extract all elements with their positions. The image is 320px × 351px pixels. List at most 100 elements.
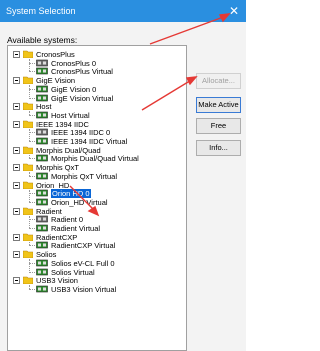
camera-board-green-icon: [36, 189, 48, 197]
tree-item[interactable]: Orion_HD Virtual: [36, 198, 108, 207]
tree-item[interactable]: Solios Virtual: [36, 268, 95, 277]
tree-group-4[interactable]: Morphis Dual/Quad: [22, 145, 101, 155]
tree-item-label: RadientCXP Virtual: [51, 241, 116, 251]
tree-item-label: Solios eV-CL Full 0: [51, 258, 115, 268]
camera-board-gray-icon: [36, 59, 48, 67]
tree-connector: [29, 259, 30, 272]
tree-item-label: Radient 0: [51, 215, 84, 225]
tree-item[interactable]: RadientCXP Virtual: [36, 241, 115, 250]
tree-group-6[interactable]: Orion_HD: [22, 180, 70, 190]
camera-board-green-icon: [36, 67, 48, 75]
tree-connector: [29, 141, 35, 142]
tree-group-1[interactable]: GigE Vision: [22, 76, 76, 86]
tree-group-label: Radient: [36, 206, 62, 216]
tree-item[interactable]: Morphis Dual/Quad Virtual: [36, 154, 139, 163]
tree-connector: [29, 85, 30, 98]
tree-group-7[interactable]: Radient: [22, 206, 62, 216]
make-active-button[interactable]: Make Active: [196, 97, 241, 113]
tree-item[interactable]: IEEE 1394 IIDC 0: [36, 128, 110, 137]
tree-group-8[interactable]: RadientCXP: [22, 232, 78, 242]
tree-group-label: RadientCXP: [36, 232, 78, 242]
folder-icon: [22, 102, 34, 111]
systems-tree[interactable]: CronosPlus CronosPlus 0 CronosPlus Virtual…: [7, 45, 187, 351]
title-bar[interactable]: System Selection ✕: [0, 0, 246, 22]
collapse-toggle[interactable]: [13, 233, 20, 241]
free-button[interactable]: Free: [196, 118, 241, 134]
tree-connector: [29, 271, 35, 273]
tree-connector: [29, 201, 35, 203]
tree-connector: [29, 241, 30, 246]
collapse-toggle[interactable]: [13, 207, 20, 215]
camera-board-gray-icon: [36, 215, 48, 223]
folder-icon: [22, 120, 34, 128]
camera-board-green-icon: [36, 172, 48, 180]
tree-connector: [29, 114, 35, 116]
tree-item-label: Radient Virtual: [51, 224, 101, 233]
info-button[interactable]: Info...: [196, 140, 241, 156]
tree-item-label: Orion HD 0: [51, 189, 91, 199]
tree-group-9[interactable]: Solios: [22, 250, 57, 260]
tree-group-0[interactable]: CronosPlus: [22, 50, 75, 59]
camera-board-green-icon: [36, 224, 48, 232]
collapse-toggle[interactable]: [13, 277, 20, 285]
tree-connector: [29, 111, 30, 115]
tree-item[interactable]: GigE Vision Virtual: [36, 94, 113, 103]
tree-item-selected[interactable]: Orion HD 0: [36, 189, 91, 199]
camera-board-green-icon: [36, 85, 48, 93]
tree-item[interactable]: USB3 Vision Virtual: [36, 285, 116, 294]
tree-group-label: Morphis Dual/Quad: [36, 145, 101, 155]
tree-group-2[interactable]: Host: [22, 102, 52, 112]
collapse-toggle[interactable]: [13, 251, 20, 259]
tree-connector: [29, 97, 35, 99]
close-icon[interactable]: ✕: [226, 3, 242, 19]
tree-item[interactable]: Radient 0: [36, 215, 83, 224]
tree-item[interactable]: Host Virtual: [36, 111, 90, 120]
tree-group-5[interactable]: Morphis QxT: [22, 163, 79, 173]
tree-group-label: GigE Vision: [36, 76, 76, 86]
tree-connector: [29, 215, 30, 228]
tree-group-10[interactable]: USB3 Vision: [22, 276, 78, 285]
tree-item-label: IEEE 1394 IIDC 0: [51, 128, 111, 138]
tree-group-label: CronosPlus: [36, 50, 75, 59]
tree-connector: [29, 154, 30, 159]
tree-item-label: Solios Virtual: [51, 267, 95, 277]
camera-board-gray-icon: [36, 128, 48, 136]
camera-board-green-icon: [36, 198, 48, 206]
tree-item[interactable]: IEEE 1394 IIDC Virtual: [36, 137, 127, 146]
folder-icon: [22, 233, 34, 241]
tree-connector: [29, 71, 35, 73]
tree-connector: [29, 128, 30, 141]
collapse-toggle[interactable]: [13, 120, 20, 128]
camera-board-green-icon: [36, 111, 48, 119]
tree-item[interactable]: Morphis QxT Virtual: [36, 172, 117, 181]
collapse-toggle[interactable]: [13, 77, 20, 85]
tree-connector: [29, 175, 35, 177]
tree-group-label: Solios: [36, 250, 57, 260]
tree-item[interactable]: CronosPlus 0: [36, 59, 96, 68]
collapse-toggle[interactable]: [13, 181, 20, 189]
camera-board-green-icon: [36, 94, 48, 102]
tree-group-3[interactable]: IEEE 1394 IIDC: [22, 120, 89, 129]
tree-item-label: GigE Vision 0: [51, 84, 97, 94]
tree-item-label: GigE Vision Virtual: [51, 93, 114, 103]
tree-item-label: Morphis Dual/Quad Virtual: [51, 154, 139, 164]
collapse-toggle[interactable]: [13, 103, 20, 111]
collapse-toggle[interactable]: [13, 51, 20, 58]
tree-item[interactable]: CronosPlus Virtual: [36, 67, 113, 76]
tree-group-label: Morphis QxT: [36, 163, 79, 173]
tree-group-label: Orion_HD: [36, 180, 70, 190]
available-systems-label: Available systems:: [7, 35, 78, 45]
allocate-button[interactable]: Allocate...: [196, 73, 241, 89]
tree-group-label: Host: [36, 102, 52, 112]
tree-connector: [29, 245, 35, 247]
tree-connector: [29, 288, 35, 290]
tree-item[interactable]: Solios eV-CL Full 0: [36, 259, 115, 268]
tree-item[interactable]: Radient Virtual: [36, 224, 100, 233]
tree-item-label: USB3 Vision Virtual: [51, 284, 117, 294]
camera-board-green-icon: [36, 137, 48, 145]
tree-item-label: CronosPlus 0: [51, 58, 97, 68]
collapse-toggle[interactable]: [13, 146, 20, 154]
tree-item[interactable]: GigE Vision 0: [36, 85, 96, 94]
collapse-toggle[interactable]: [13, 164, 20, 172]
camera-board-green-icon: [36, 241, 48, 249]
